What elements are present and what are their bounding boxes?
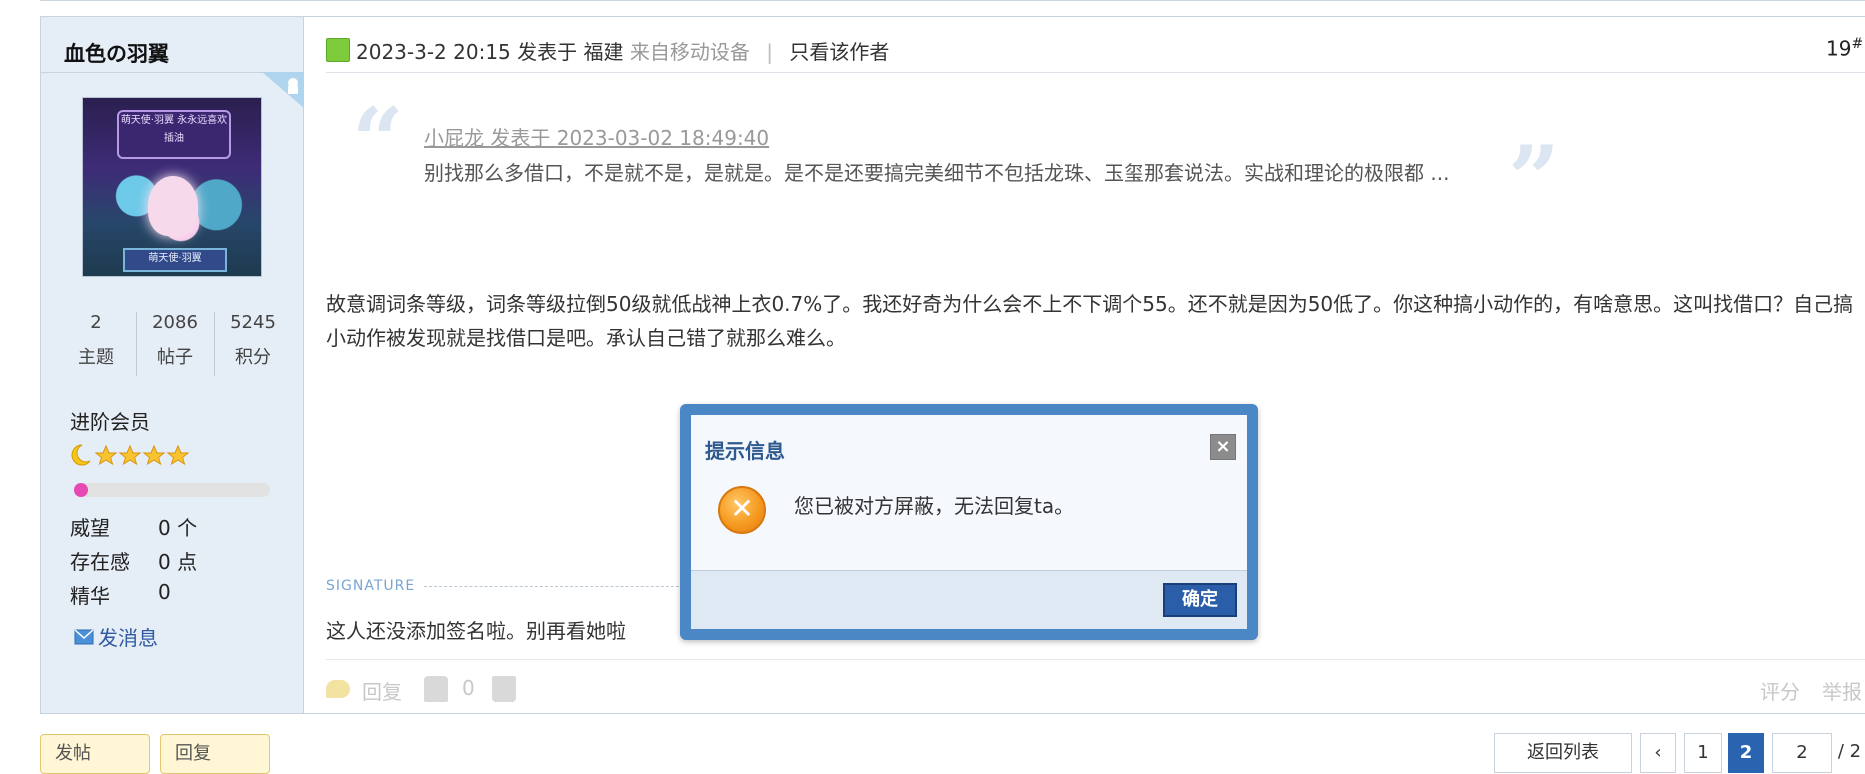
quote-close-icon: ” [1508, 126, 1560, 232]
author-name[interactable]: 血色の羽翼 [64, 38, 169, 68]
stat-value: 5245 [230, 312, 276, 333]
actions-divider [326, 659, 1865, 660]
prop-label: 威望 [70, 516, 110, 540]
new-thread-label: 发帖 [55, 743, 91, 764]
signature-divider [424, 586, 684, 587]
top-divider [40, 0, 1865, 1]
stat-posts[interactable]: 2086 帖子 [137, 310, 213, 376]
prop-label: 精华 [70, 584, 110, 608]
reply-button[interactable]: 回复 [362, 676, 402, 705]
reply-icon[interactable] [326, 680, 350, 698]
thumbs-down-icon[interactable] [492, 676, 516, 702]
back-to-list-label: 返回列表 [1527, 742, 1599, 763]
new-thread-button[interactable]: 发帖 [40, 734, 150, 774]
avatar-caption-top: 萌天使·羽翼 永永远喜欢插油 [117, 110, 231, 159]
stat-value: 2 [90, 312, 102, 333]
android-badge-icon [262, 72, 304, 108]
prop-prestige: 威望 0 个 [0, 512, 300, 540]
rank-stars-icon [71, 444, 190, 466]
like-count: 0 [462, 676, 475, 700]
floor-value: 19 [1826, 36, 1852, 61]
page-jump-input[interactable]: 2 [1772, 733, 1832, 773]
post-location: 福建 [583, 40, 624, 64]
dialog-title: 提示信息 [705, 439, 785, 463]
envelope-icon [74, 628, 94, 644]
prop-label: 存在感 [70, 550, 130, 574]
signature-text: 这人还没添加签名啦。别再看她啦 [326, 619, 626, 643]
header-pipe: | [766, 40, 773, 64]
quote-text: 别找那么多借口，不是就不是，是就是。是不是还要搞完美细节不包括龙珠、玉玺那套说法… [424, 161, 1450, 185]
author-avatar[interactable]: 萌天使·羽翼 永永远喜欢插油 萌天使·羽翼 [82, 97, 262, 277]
post-header-divider [326, 72, 1865, 73]
page-1-button[interactable]: 1 [1684, 733, 1722, 773]
floor-number[interactable]: 19# [1826, 36, 1863, 61]
stat-points[interactable]: 5245 积分 [215, 310, 291, 376]
prop-presence: 存在感 0 点 [0, 546, 300, 574]
close-icon[interactable]: × [1210, 434, 1236, 460]
stat-threads[interactable]: 2 主题 [58, 310, 134, 376]
online-status-icon [326, 38, 350, 62]
floor-suffix: # [1851, 36, 1864, 52]
page-2-current[interactable]: 2 [1728, 733, 1764, 773]
stat-label: 积分 [235, 347, 271, 368]
ok-button[interactable]: 确定 [1163, 583, 1237, 617]
author-stats: 2 主题 2086 帖子 5245 积分 [58, 310, 288, 376]
stat-label: 主题 [78, 347, 114, 368]
prop-value: 0 点 [158, 550, 198, 574]
post-body: 故意调词条等级，词条等级拉倒50级就低战神上衣0.7%了。我还好奇为什么会不上不… [326, 292, 1854, 350]
post-header: 2023-3-2 20:15 发表于 福建 来自移动设备 | 只看该作者 [356, 36, 889, 65]
post-date: 2023-3-2 20:15 发表于 [356, 40, 578, 64]
post-device: 来自移动设备 [629, 40, 750, 64]
back-to-list-button[interactable]: 返回列表 [1494, 733, 1632, 773]
rate-button[interactable]: 评分 [1760, 676, 1800, 705]
member-rank[interactable]: 进阶会员 [70, 406, 150, 435]
thumbs-up-icon[interactable] [424, 676, 448, 702]
prop-value: 0 个 [158, 516, 198, 540]
avatar-character [148, 176, 198, 236]
quote-open-icon: “ [352, 88, 404, 194]
error-icon: ✕ [718, 486, 766, 534]
report-button[interactable]: 举报 [1822, 676, 1862, 705]
send-message-label: 发消息 [98, 626, 158, 650]
prompt-dialog: 提示信息 × ✕ 您已被对方屏蔽，无法回复ta。 确定 [680, 404, 1258, 640]
signature-label: SIGNATURE [326, 578, 416, 594]
prev-page-button[interactable]: ‹ [1640, 733, 1676, 773]
stat-label: 帖子 [157, 347, 193, 368]
page-total: / 2 [1834, 733, 1865, 773]
reply-thread-label: 回复 [175, 743, 211, 764]
avatar-caption-bottom: 萌天使·羽翼 [123, 248, 227, 272]
only-author-link[interactable]: 只看该作者 [789, 40, 889, 64]
send-message-link[interactable]: 发消息 [74, 622, 158, 651]
prop-essence: 精华 0 [0, 580, 300, 608]
reply-thread-button[interactable]: 回复 [160, 734, 270, 774]
quote-meta-link[interactable]: 小屁龙 发表于 2023-03-02 18:49:40 [424, 122, 769, 151]
level-progress-fill [74, 483, 88, 497]
level-progress-track [74, 483, 270, 497]
dialog-message: 您已被对方屏蔽，无法回复ta。 [794, 494, 1075, 518]
dialog-body: 提示信息 × ✕ 您已被对方屏蔽，无法回复ta。 确定 [691, 415, 1247, 629]
stat-value: 2086 [152, 312, 198, 333]
prop-value: 0 [158, 580, 171, 604]
